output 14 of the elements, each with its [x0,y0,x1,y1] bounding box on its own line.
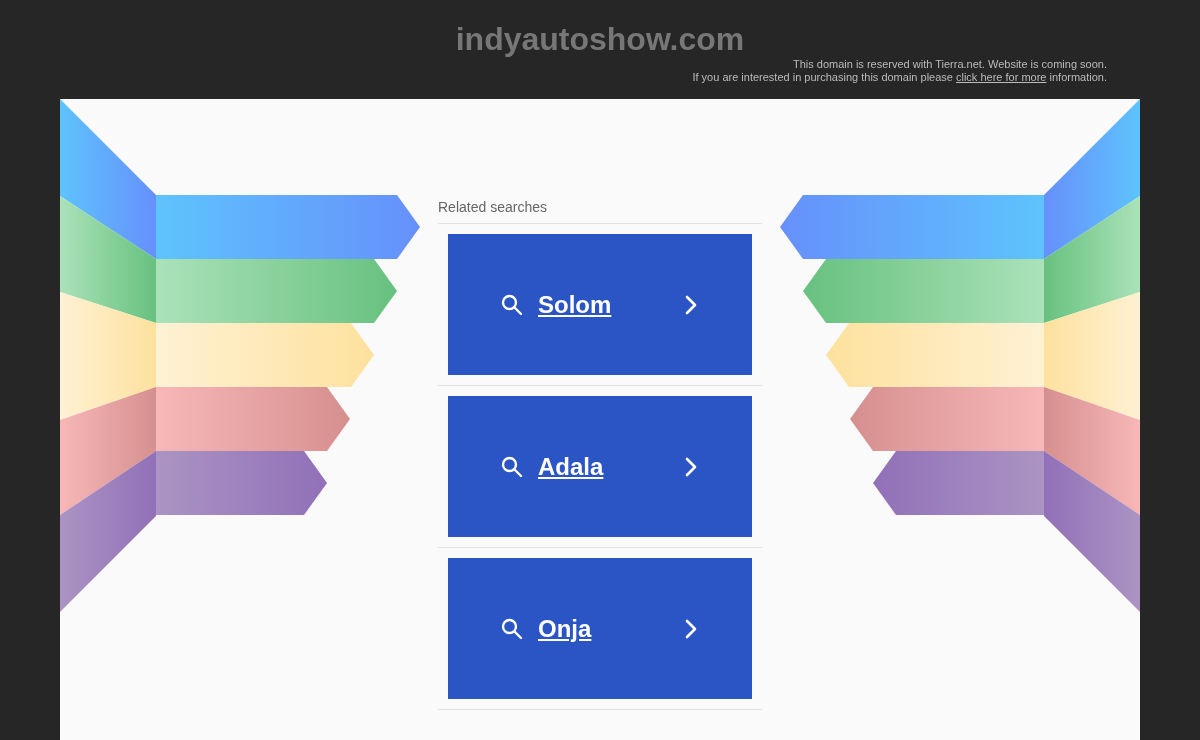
notice-text: This domain is reserved with Tierra.net. Website is coming soon. [792,58,1107,71]
related-search-button[interactable]: Solom [448,234,752,375]
search-icon [500,616,524,641]
notice-text: If you are interested in purchasing this domain please click here for more information. [692,71,1107,84]
chevron-right-icon [684,618,698,639]
related-search-button[interactable]: Adala [448,396,752,537]
section-heading: Related searches [438,199,547,215]
more-info-link[interactable]: click here for more [956,71,1047,83]
chevron-right-icon [684,456,698,477]
domain-title: indyautoshow.com [455,21,745,57]
chevron-right-icon [684,294,698,315]
search-icon [500,454,524,479]
search-icon [500,292,524,317]
related-search-button[interactable]: Onja [448,558,752,699]
